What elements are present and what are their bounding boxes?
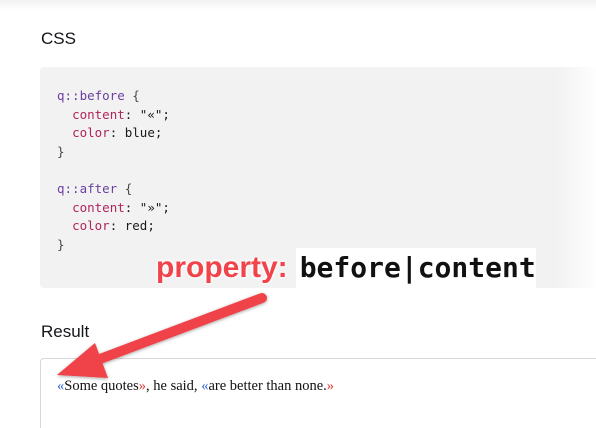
annotation-code: before|content (295, 248, 536, 288)
rule-after-open-brace: { (117, 180, 133, 196)
rule-before-color-value: : blue; (109, 125, 163, 141)
result-panel: «Some quotes», he said, «are better than… (40, 358, 596, 428)
quote-text-2: are better than none. (208, 378, 327, 394)
rule-before-color-prop: color (72, 125, 110, 141)
middle-text: , he said, (146, 378, 202, 394)
result-section-title: Result (41, 322, 90, 341)
result-sentence: «Some quotes», he said, «are better than… (57, 378, 334, 395)
quote-text-1: Some quotes (64, 378, 139, 394)
rule-after-color-prop: color (72, 218, 110, 234)
annotation-callout: property: before|content (156, 248, 536, 290)
rule-before-content-prop: content (72, 106, 125, 122)
rule-after-selector: q::after (57, 180, 118, 196)
css-code-block: q::before { content: "«"; color: blue; }… (57, 87, 170, 254)
top-shadow (0, 0, 596, 10)
close-quote-mark-1: » (138, 378, 147, 394)
rule-after-color-value: : red; (109, 218, 155, 234)
rule-after-close-brace: } (57, 236, 65, 252)
annotation-label: property: (156, 251, 288, 284)
rule-before-close-brace: } (57, 143, 65, 159)
rule-before-open-brace: { (124, 88, 140, 103)
page: CSS q::before { content: "«"; color: blu… (0, 0, 596, 428)
rule-before-content-value: : "«"; (124, 106, 170, 122)
rule-after-content-value: : "»"; (124, 199, 170, 215)
css-section-title: CSS (41, 29, 76, 48)
rule-after-content-prop: content (72, 199, 125, 215)
rule-before-selector: q::before (57, 88, 125, 103)
close-quote-mark-2: » (326, 378, 335, 394)
